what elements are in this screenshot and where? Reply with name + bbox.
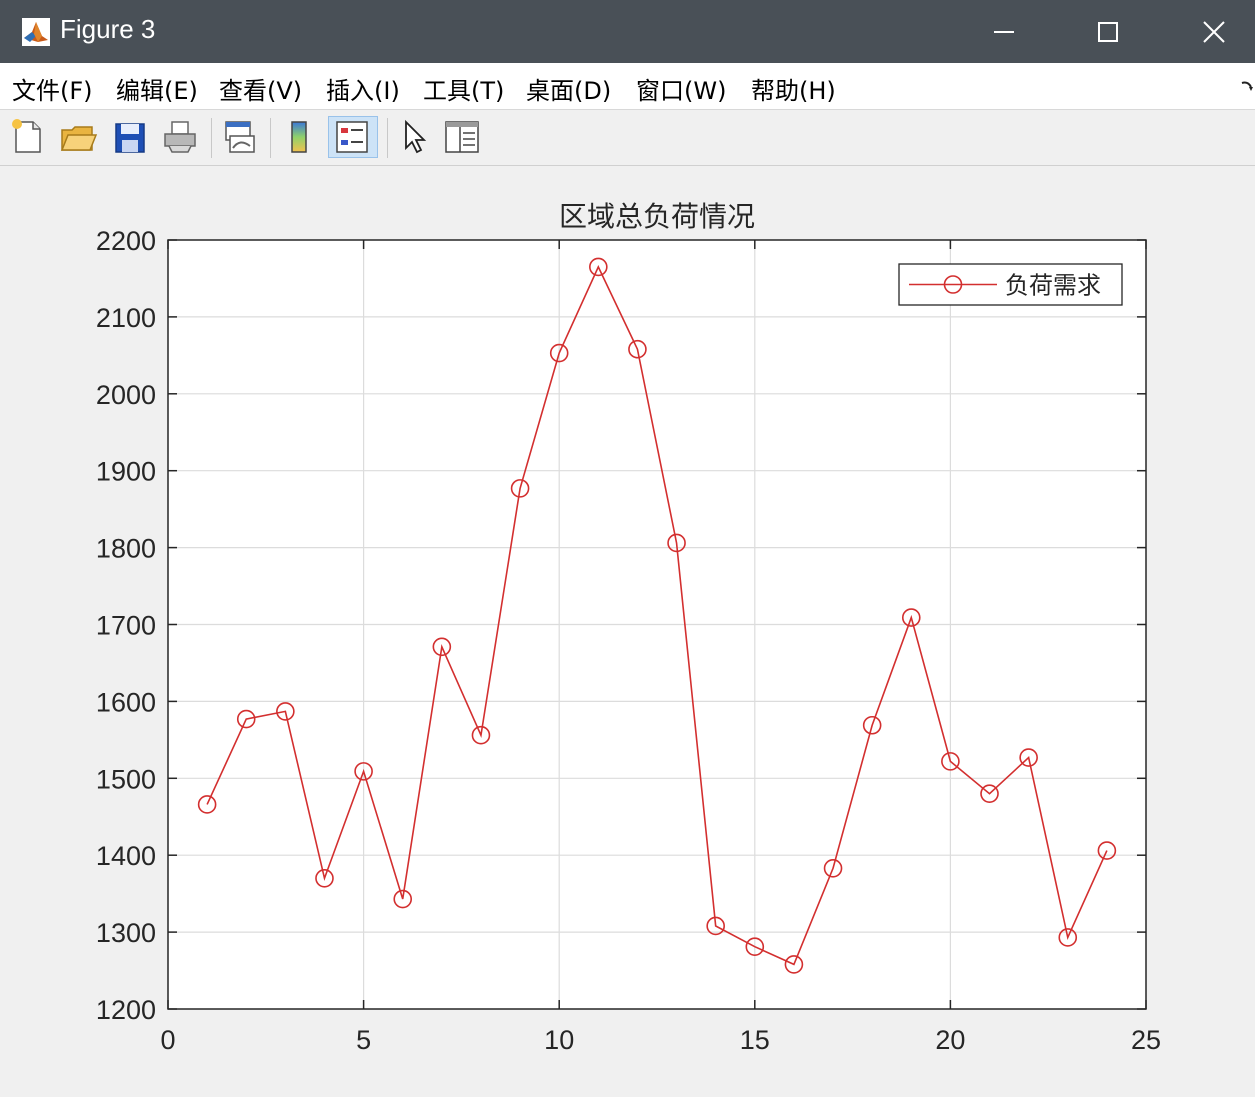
- y-tick-label: 1900: [96, 457, 156, 487]
- menu-insert[interactable]: 插入(I): [326, 71, 400, 106]
- y-tick-label: 1800: [96, 534, 156, 564]
- y-tick-label: 1400: [96, 841, 156, 871]
- y-tick-label: 1700: [96, 611, 156, 641]
- y-tick-label: 1200: [96, 995, 156, 1025]
- menu-file[interactable]: 文件(F): [12, 71, 93, 106]
- minimize-icon: [994, 31, 1014, 33]
- menu-view[interactable]: 查看(V): [219, 71, 302, 106]
- y-tick-label: 2000: [96, 380, 156, 410]
- pointer-button[interactable]: [396, 116, 436, 158]
- close-button[interactable]: [1168, 0, 1255, 63]
- y-tick-labels: 1200 1300 1400 1500 1600 1700 1800 1900 2000 2100…: [96, 226, 156, 1025]
- y-tick-label: 2100: [96, 303, 156, 333]
- close-icon: [1203, 21, 1225, 43]
- legend[interactable]: 负荷需求: [898, 263, 1123, 306]
- colorbar-icon: [291, 121, 307, 153]
- colorbar-button[interactable]: [280, 116, 320, 158]
- print-button[interactable]: [160, 116, 200, 158]
- menu-bar: 文件(F) 编辑(E) 查看(V) 插入(I) 工具(T) 桌面(D) 窗口(W…: [0, 63, 1255, 110]
- y-tick-label: 1600: [96, 687, 156, 717]
- window-title: Figure 3: [60, 14, 156, 44]
- x-tick-label: 25: [1131, 1025, 1161, 1055]
- legend-icon: [336, 121, 368, 153]
- x-tick-label: 15: [740, 1025, 770, 1055]
- x-tick-label: 20: [935, 1025, 965, 1055]
- maximize-icon: [1098, 22, 1118, 42]
- menu-tools[interactable]: 工具(T): [423, 71, 504, 106]
- x-tick-label: 0: [160, 1025, 175, 1055]
- menu-desktop[interactable]: 桌面(D): [526, 71, 611, 106]
- minimize-button[interactable]: [958, 0, 1048, 63]
- property-inspector-icon: [445, 121, 479, 153]
- print-icon: [164, 121, 196, 153]
- link-plot-button[interactable]: [220, 116, 260, 158]
- matlab-logo-icon: [22, 18, 50, 46]
- menu-window[interactable]: 窗口(W): [636, 71, 726, 106]
- window-titlebar: Figure 3: [0, 0, 1255, 63]
- new-figure-icon: [12, 119, 41, 153]
- maximize-button[interactable]: [1062, 0, 1152, 63]
- figure-canvas[interactable]: 0 5 10 15 20 25 1200 1300 1400 1500 1600 1700 1800 1…: [0, 166, 1255, 1097]
- pointer-icon: [405, 119, 427, 154]
- line-chart[interactable]: 0 5 10 15 20 25 12001300140015001600170018001…: [0, 166, 1255, 1097]
- y-tick-label: 1300: [96, 918, 156, 948]
- legend-label: 负荷需求: [1005, 272, 1101, 300]
- x-tick-label: 5: [356, 1025, 371, 1055]
- figure-toolbar: [0, 110, 1255, 166]
- new-figure-button[interactable]: [8, 116, 48, 158]
- open-file-button[interactable]: [58, 116, 98, 158]
- toolbar-separator: [270, 118, 271, 158]
- save-button[interactable]: [110, 116, 150, 158]
- x-tick-label: 10: [544, 1025, 574, 1055]
- menu-edit[interactable]: 编辑(E): [116, 71, 198, 106]
- y-tick-label: 1500: [96, 764, 156, 794]
- legend-button[interactable]: [328, 116, 378, 158]
- menu-help[interactable]: 帮助(H): [751, 71, 836, 106]
- save-icon: [115, 123, 145, 153]
- open-file-icon: [60, 126, 98, 151]
- curved-arrow-icon[interactable]: [1240, 79, 1254, 93]
- x-tick-labels: 0 5 10 15 20 25: [160, 1025, 1161, 1055]
- y-tick-label: 2200: [96, 226, 156, 256]
- chart-title: 区域总负荷情况: [559, 200, 755, 233]
- toolbar-separator: [387, 118, 388, 158]
- link-plot-icon: [225, 121, 255, 153]
- toolbar-separator: [211, 118, 212, 158]
- property-inspector-button[interactable]: [442, 116, 482, 158]
